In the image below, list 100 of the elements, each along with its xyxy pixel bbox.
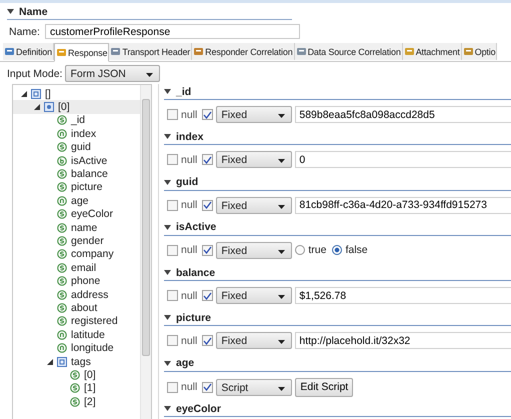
value-input[interactable]: 589b8eaa5fc8a098accd28d5 [295, 106, 511, 123]
mode-dropdown[interactable]: Fixed [216, 242, 292, 259]
expander-icon[interactable] [34, 104, 40, 110]
checkbox[interactable] [167, 200, 178, 211]
tab[interactable]: Data Source Correlation [294, 43, 403, 60]
expander-icon[interactable] [21, 90, 27, 97]
tree-item[interactable]: gender [13, 234, 140, 248]
tree-item[interactable]: [] [13, 87, 140, 100]
tree-item[interactable]: isActive [13, 154, 140, 168]
name-input[interactable]: customerProfileResponse [44, 24, 300, 39]
mode-dropdown[interactable]: Fixed [216, 151, 292, 168]
checkbox[interactable] [202, 335, 214, 346]
value-input[interactable]: 81cb98ff-c36a-4d20-a733-934ffd915273 [295, 196, 511, 214]
tab[interactable]: Response [54, 43, 110, 62]
section-title: balance [176, 266, 216, 279]
tree-item[interactable]: [1] [13, 382, 140, 395]
string-type-icon [57, 302, 67, 313]
section-header[interactable]: isActive [164, 220, 511, 236]
tree-item[interactable]: registered [13, 314, 140, 328]
checkbox[interactable] [202, 200, 214, 211]
checkbox[interactable] [167, 109, 178, 120]
checkbox[interactable] [202, 244, 214, 256]
tree-item[interactable]: balance [13, 167, 140, 181]
tree-item[interactable]: eyeColor [13, 208, 140, 221]
checkbox[interactable] [202, 154, 214, 166]
radio-button[interactable] [295, 245, 306, 256]
tree-item[interactable]: age [13, 194, 140, 208]
caret-icon [146, 73, 154, 77]
tree-item[interactable]: about [13, 301, 140, 315]
input-mode-dropdown[interactable]: Form JSON [65, 65, 160, 82]
edit-script-button[interactable]: Edit Script [295, 378, 354, 397]
value-input[interactable]: http://placehold.it/32x32 [295, 332, 511, 350]
checkbox[interactable] [202, 109, 214, 120]
scrollbar[interactable] [140, 85, 151, 419]
number-type-icon [57, 128, 67, 139]
tree-item[interactable]: address [13, 288, 140, 302]
tree-item[interactable]: _id [13, 114, 140, 128]
collapse-icon[interactable] [7, 9, 14, 14]
tree-item[interactable]: picture [13, 180, 140, 194]
tab-icon [296, 46, 307, 57]
section-header[interactable]: Name [7, 4, 292, 20]
section-header[interactable]: age [164, 356, 511, 372]
tab[interactable]: Optio [462, 43, 498, 60]
collapse-icon[interactable] [164, 89, 171, 94]
mode-dropdown[interactable]: Fixed [216, 287, 292, 304]
tab[interactable]: Transport Header [109, 43, 192, 60]
collapse-icon[interactable] [164, 406, 171, 412]
collapse-icon[interactable] [164, 180, 171, 185]
tab-icon [110, 46, 122, 57]
checkbox[interactable] [167, 244, 178, 256]
expander-icon[interactable] [47, 358, 53, 364]
collapse-icon[interactable] [164, 360, 171, 366]
tree-item[interactable]: company [13, 248, 140, 262]
tree-item[interactable]: index [13, 127, 140, 141]
tab-icon [462, 46, 474, 57]
checkbox-label: null [181, 381, 198, 394]
string-type-icon [57, 209, 67, 220]
tree-item[interactable]: [0] [13, 368, 140, 382]
tab[interactable]: Responder Correlation [192, 43, 295, 60]
mode-dropdown[interactable]: Fixed [216, 196, 292, 214]
string-type-icon [57, 222, 67, 233]
collapse-icon[interactable] [164, 315, 171, 320]
mode-dropdown[interactable]: Script [216, 378, 292, 396]
checkbox[interactable] [167, 382, 178, 393]
tree-item[interactable]: [0] [13, 100, 140, 114]
radio-button[interactable] [332, 245, 342, 256]
section-header[interactable]: index [164, 129, 511, 146]
collapse-icon[interactable] [164, 224, 171, 230]
section-header[interactable]: _id [164, 84, 511, 100]
collapse-icon[interactable] [164, 134, 171, 140]
tree-item[interactable]: name [13, 220, 140, 234]
checkbox[interactable] [167, 154, 178, 166]
mode-dropdown[interactable]: Fixed [216, 332, 292, 350]
checkbox[interactable] [202, 290, 214, 302]
tab[interactable]: Definition [3, 43, 54, 60]
tab[interactable]: Attachment [402, 43, 462, 60]
tree-item[interactable]: phone [13, 274, 140, 288]
string-type-icon [70, 396, 80, 407]
tree-item[interactable]: guid [13, 140, 140, 154]
tree-item[interactable]: tags [13, 354, 140, 368]
tab-icon [193, 46, 204, 57]
section-header[interactable]: balance [164, 265, 511, 282]
section-header[interactable]: picture [164, 310, 511, 326]
tree-item[interactable]: latitude [13, 328, 140, 342]
mode-dropdown[interactable]: Fixed [216, 106, 292, 123]
tree-item[interactable]: longitude [13, 341, 140, 355]
value-input[interactable]: $1,526.78 [295, 287, 511, 304]
checkbox[interactable] [167, 290, 178, 302]
string-type-icon [70, 370, 80, 380]
checkbox[interactable] [202, 382, 214, 393]
value-input[interactable]: 0 [295, 151, 511, 168]
collapse-icon[interactable] [164, 270, 171, 276]
checkbox-label: null [181, 334, 198, 347]
string-type-icon [57, 316, 67, 326]
section-header[interactable]: guid [164, 174, 511, 191]
section-header[interactable]: eyeColor [164, 401, 511, 418]
tree-item[interactable]: email [13, 261, 140, 274]
checkbox[interactable] [167, 335, 178, 346]
scrollbar-thumb[interactable] [142, 99, 150, 356]
tree-item[interactable]: [2] [13, 394, 140, 408]
